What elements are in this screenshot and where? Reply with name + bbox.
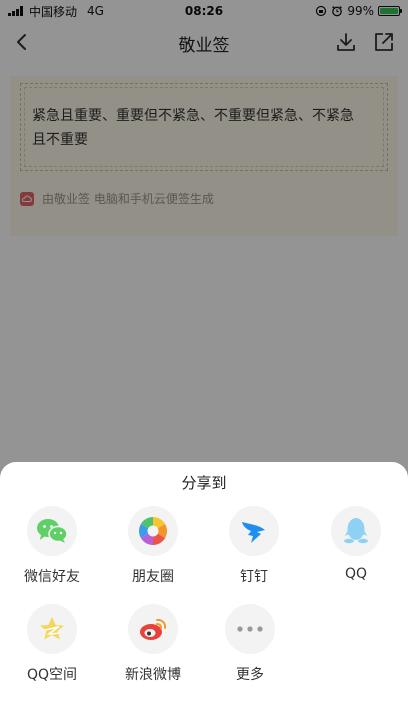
share-dingtalk-button[interactable]: 钉钉 bbox=[214, 506, 294, 594]
share-moments-label: 朋友圈 bbox=[132, 569, 174, 585]
weibo-icon bbox=[128, 604, 178, 654]
more-icon bbox=[225, 604, 275, 654]
share-dingtalk-label: 钉钉 bbox=[240, 569, 268, 585]
qq-icon bbox=[331, 506, 381, 556]
share-weibo-button[interactable]: 新浪微博 bbox=[113, 604, 193, 692]
share-sheet: 分享到 微信好友 朋友圈 钉钉 QQ QQ空间 新浪微博 更多 bbox=[0, 462, 408, 725]
share-wechat-button[interactable]: 微信好友 bbox=[12, 506, 92, 594]
share-wechat-label: 微信好友 bbox=[24, 569, 80, 585]
moments-icon bbox=[128, 506, 178, 556]
dingtalk-icon bbox=[229, 506, 279, 556]
wechat-icon bbox=[27, 506, 77, 556]
share-more-button[interactable]: 更多 bbox=[210, 604, 290, 692]
share-qzone-label: QQ空间 bbox=[26, 667, 78, 683]
share-qq-label: QQ bbox=[344, 566, 368, 582]
share-sheet-title: 分享到 bbox=[181, 474, 227, 492]
share-weibo-label: 新浪微博 bbox=[125, 667, 181, 683]
share-qzone-button[interactable]: QQ空间 bbox=[12, 604, 92, 692]
share-more-label: 更多 bbox=[236, 667, 264, 683]
share-qq-button[interactable]: QQ bbox=[316, 506, 396, 594]
share-moments-button[interactable]: 朋友圈 bbox=[113, 506, 193, 594]
qzone-icon bbox=[27, 604, 77, 654]
